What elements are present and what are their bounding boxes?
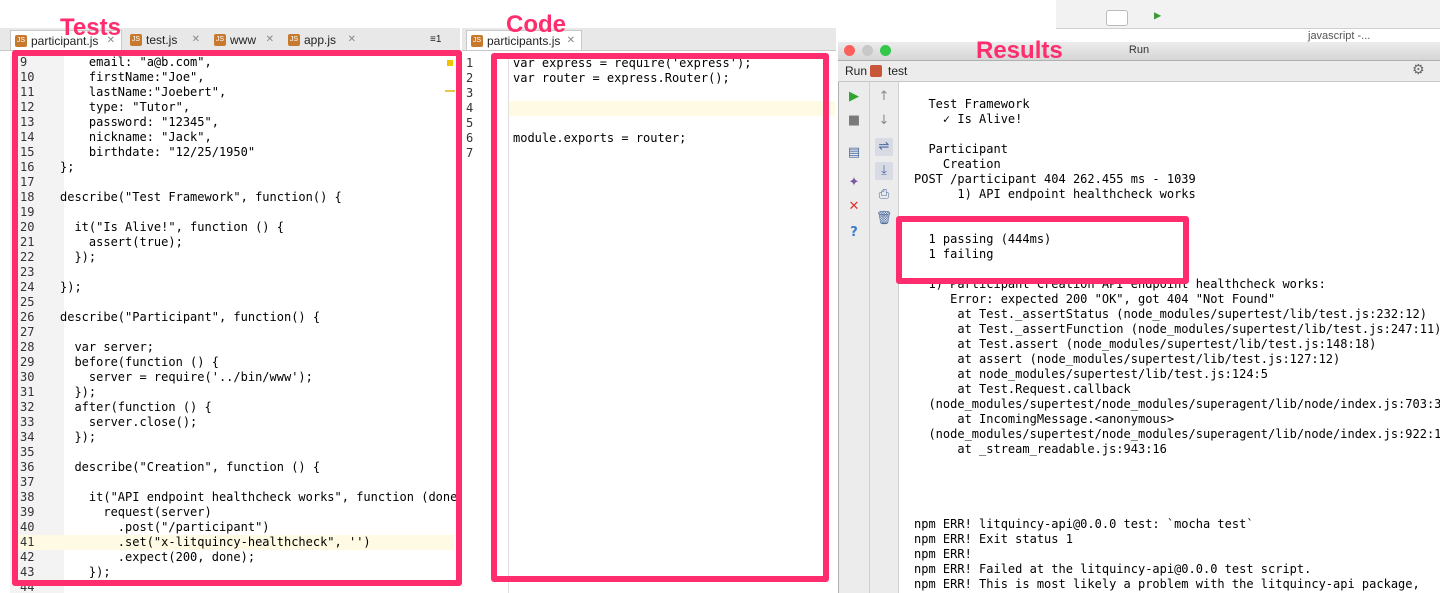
tab-label: test.js bbox=[146, 33, 178, 47]
console-line: (node_modules/supertest/node_modules/sup… bbox=[914, 427, 1440, 441]
console-line: at _stream_readable.js:943:16 bbox=[914, 442, 1167, 456]
console-line: at Test.Request.callback bbox=[914, 382, 1131, 396]
scroll-to-end-icon[interactable]: ⤓ bbox=[875, 162, 893, 180]
run-output-actions-column: ↑ ↓ ⇌ ⤓ ⎙ 🗑 bbox=[870, 82, 899, 593]
help-icon[interactable]: ? bbox=[845, 224, 863, 242]
background-app-toolbar: ▶ javascript -... bbox=[1056, 0, 1440, 42]
tab-test-js[interactable]: JS test.js ✕ bbox=[126, 30, 206, 50]
arrow-down-icon[interactable]: ↓ bbox=[875, 112, 893, 130]
run-toolbar: Run test ⚙ bbox=[838, 61, 1440, 82]
run-config-name[interactable]: test bbox=[888, 64, 907, 78]
results-annotation-label: Results bbox=[976, 37, 1063, 64]
console-line: at IncomingMessage.<anonymous> bbox=[914, 412, 1175, 426]
console-line: POST /participant 404 262.455 ms - 1039 bbox=[914, 172, 1196, 186]
soft-wrap-icon[interactable]: ⇌ bbox=[875, 138, 893, 156]
close-icon[interactable]: ✕ bbox=[266, 30, 274, 50]
tab-overflow-button[interactable]: ≡1 bbox=[428, 30, 458, 50]
dropdown-button[interactable] bbox=[1106, 10, 1128, 26]
pin-icon[interactable]: ✦ bbox=[845, 174, 863, 192]
js-file-icon: JS bbox=[214, 34, 226, 46]
tab-www[interactable]: JS www ✕ bbox=[210, 30, 280, 50]
close-icon[interactable]: ✕ bbox=[348, 30, 356, 50]
console-line: Test Framework bbox=[914, 97, 1030, 111]
play-icon[interactable]: ▶ bbox=[1154, 8, 1161, 22]
console-line: at Test._assertStatus (node_modules/supe… bbox=[914, 307, 1427, 321]
console-line: npm ERR! bbox=[914, 547, 972, 561]
tests-highlight-box bbox=[12, 50, 462, 586]
run-label: Run bbox=[845, 64, 868, 78]
close-icon[interactable]: ✕ bbox=[567, 31, 575, 51]
console-line: at Test._assertFunction (node_modules/su… bbox=[914, 322, 1440, 336]
console-line: at Test.assert (node_modules/supertest/l… bbox=[914, 337, 1377, 351]
console-line: 1) API endpoint healthcheck works bbox=[914, 187, 1196, 201]
console-line: npm ERR! This is most likely a problem w… bbox=[914, 577, 1420, 591]
rerun-icon[interactable]: ▶ bbox=[845, 88, 863, 106]
print-icon[interactable]: ⎙ bbox=[875, 186, 893, 204]
js-file-icon: JS bbox=[471, 35, 483, 47]
console-line: (node_modules/supertest/node_modules/sup… bbox=[914, 397, 1440, 411]
close-icon[interactable]: ✕ bbox=[845, 198, 863, 216]
stop-icon[interactable]: ■ bbox=[845, 112, 863, 130]
console-line: npm ERR! Exit status 1 bbox=[914, 532, 1073, 546]
tests-annotation-label: Tests bbox=[60, 14, 121, 41]
trash-icon[interactable]: 🗑 bbox=[875, 210, 893, 228]
tab-label: app.js bbox=[304, 33, 337, 47]
results-highlight-box bbox=[896, 216, 1189, 284]
console-line: at assert (node_modules/supertest/lib/te… bbox=[914, 352, 1341, 366]
console-line: npm ERR! litquincy-api@0.0.0 test: `moch… bbox=[914, 517, 1254, 531]
arrow-up-icon[interactable]: ↑ bbox=[875, 88, 893, 106]
code-highlight-box bbox=[491, 53, 829, 582]
tab-app-js[interactable]: JS app.js ✕ bbox=[284, 30, 362, 50]
console-line: Participant bbox=[914, 142, 1008, 156]
run-window-titlebar: Run bbox=[838, 42, 1440, 61]
window-title: Run bbox=[1128, 44, 1150, 56]
console-line: Error: expected 200 "OK", got 404 "Not F… bbox=[914, 292, 1276, 306]
tab-label: www bbox=[230, 33, 256, 47]
code-annotation-label: Code bbox=[506, 11, 566, 38]
run-actions-column: ▶ ■ ▤ ✦ ✕ ? bbox=[839, 82, 870, 593]
gear-icon[interactable]: ⚙ bbox=[1412, 62, 1425, 78]
console-line: at node_modules/supertest/lib/test.js:12… bbox=[914, 367, 1269, 381]
console-line: npm ERR! Failed at the litquincy-api@0.0… bbox=[914, 562, 1312, 576]
run-console-output[interactable]: Test Framework ✓ Is Alive! Participant C… bbox=[899, 90, 1440, 593]
js-file-icon: JS bbox=[15, 35, 27, 47]
js-file-icon: JS bbox=[288, 34, 300, 46]
mocha-config-icon bbox=[870, 65, 882, 77]
console-line: ✓ Is Alive! bbox=[914, 112, 1023, 126]
close-icon[interactable]: ✕ bbox=[192, 30, 200, 50]
layout-icon[interactable]: ▤ bbox=[845, 144, 863, 162]
js-file-icon: JS bbox=[130, 34, 142, 46]
console-line: Creation bbox=[914, 157, 1001, 171]
